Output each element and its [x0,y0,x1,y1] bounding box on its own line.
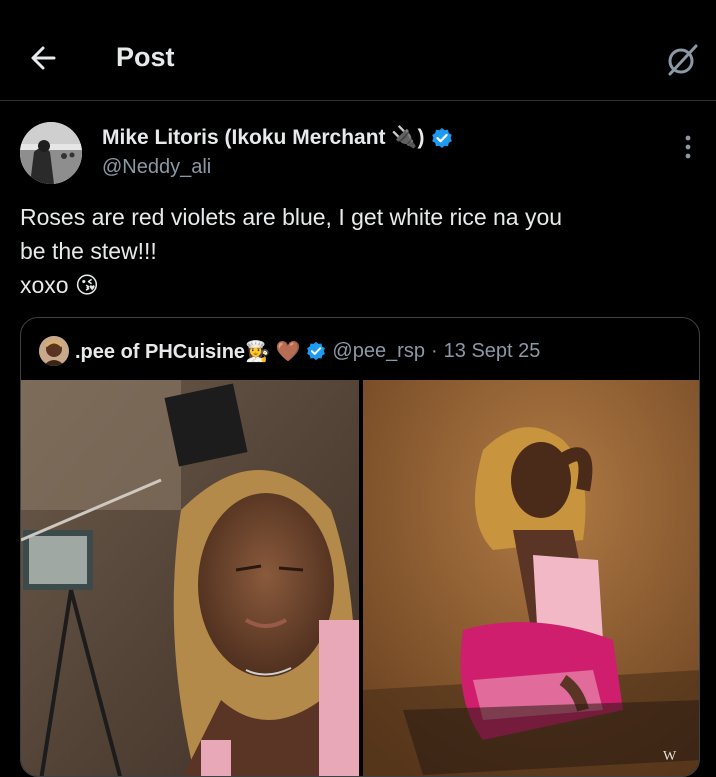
author-avatar[interactable] [20,122,82,184]
more-options-button[interactable] [678,134,698,160]
back-button[interactable] [28,42,60,74]
tweet-line: xoxo 😘 [20,272,99,298]
quoted-photo-1[interactable] [21,380,359,776]
quoted-author-name[interactable]: .pee of PHCuisine👩‍🍳 🤎 [75,339,300,364]
verified-badge-icon [431,128,452,148]
quoted-photo-2[interactable]: W [363,380,699,776]
tweet-text: Roses are red violets are blue, I get wh… [20,200,700,302]
author-name-row: Mike Litoris (Ikoku Merchant 🔌) [102,126,453,150]
tweet-line: be the stew!!! [20,238,157,264]
quoted-author-handle[interactable]: @pee_rsp [332,340,425,363]
quoted-author-avatar[interactable] [39,336,69,366]
quoted-post-header: .pee of PHCuisine👩‍🍳 🤎 @pee_rsp · 13 Sep… [39,336,540,366]
top-bar: Post [0,0,716,101]
back-arrow-icon [31,46,56,70]
page-title: Post [116,42,175,72]
grok-button[interactable] [664,42,700,78]
meta-separator: · [430,339,438,362]
grok-icon [668,44,698,76]
photo-watermark: W [663,749,677,764]
author-handle[interactable]: @Neddy_ali [102,156,211,179]
verified-badge-icon [307,341,326,361]
more-options-icon [685,135,691,159]
author-name[interactable]: Mike Litoris (Ikoku Merchant 🔌) [102,126,425,150]
tweet-line: Roses are red violets are blue, I get wh… [20,204,563,230]
quoted-post[interactable]: .pee of PHCuisine👩‍🍳 🤎 @pee_rsp · 13 Sep… [20,317,700,777]
quoted-post-date[interactable]: 13 Sept 25 [444,340,541,363]
